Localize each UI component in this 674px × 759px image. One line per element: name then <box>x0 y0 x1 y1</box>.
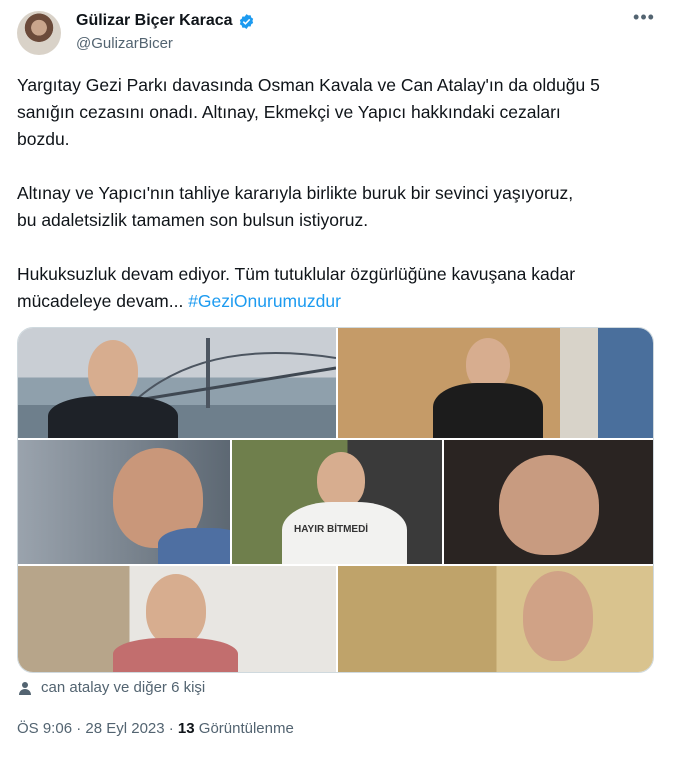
photo-collage[interactable]: HAYIR BİTMEDİ <box>17 327 654 673</box>
hashtag-link[interactable]: #GeziOnurumuzdur <box>188 291 341 311</box>
tweet-paragraph-1: Yargıtay Gezi Parkı davasında Osman Kava… <box>17 75 600 149</box>
views-count: 13 <box>177 720 195 737</box>
person-icon <box>19 681 31 695</box>
photo-man-bridge[interactable] <box>18 328 336 438</box>
tweet-paragraph-2: Altınay ve Yapıcı'nın tahliye kararıyla … <box>17 183 574 230</box>
author-handle[interactable]: @GulizarBicer <box>76 35 173 52</box>
views-label: Görüntülenme <box>194 720 294 737</box>
photo-woman-library[interactable] <box>18 566 336 672</box>
liked-by-text[interactable]: can atalay ve diğer 6 kişi <box>41 679 205 696</box>
photo-shirt-text: HAYIR BİTMEDİ <box>294 524 369 535</box>
verified-badge-icon <box>239 13 253 29</box>
tweet-timestamp[interactable]: ÖS 9:06 · 28 Eyl 2023 · <box>17 720 178 737</box>
photo-woman-shirt[interactable]: HAYIR BİTMEDİ <box>232 440 442 564</box>
author-name[interactable]: Gülizar Biçer Karaca <box>76 12 233 30</box>
photo-man-gray-beard[interactable] <box>18 440 230 564</box>
more-options-icon[interactable]: ••• <box>632 8 656 32</box>
tweet-text: Yargıtay Gezi Parkı davasında Osman Kava… <box>17 72 647 315</box>
photo-woman-smiling[interactable] <box>444 440 653 564</box>
tweet-meta: ÖS 9:06 · 28 Eyl 2023 · 13 Görüntülenme <box>17 720 294 737</box>
author-name-row[interactable]: Gülizar Biçer Karaca <box>76 12 255 30</box>
author-avatar[interactable] <box>17 11 61 55</box>
liked-by-row[interactable]: can atalay ve diğer 6 kişi <box>17 679 205 696</box>
photo-man-suit[interactable] <box>338 566 653 672</box>
photo-man-office[interactable] <box>338 328 653 438</box>
